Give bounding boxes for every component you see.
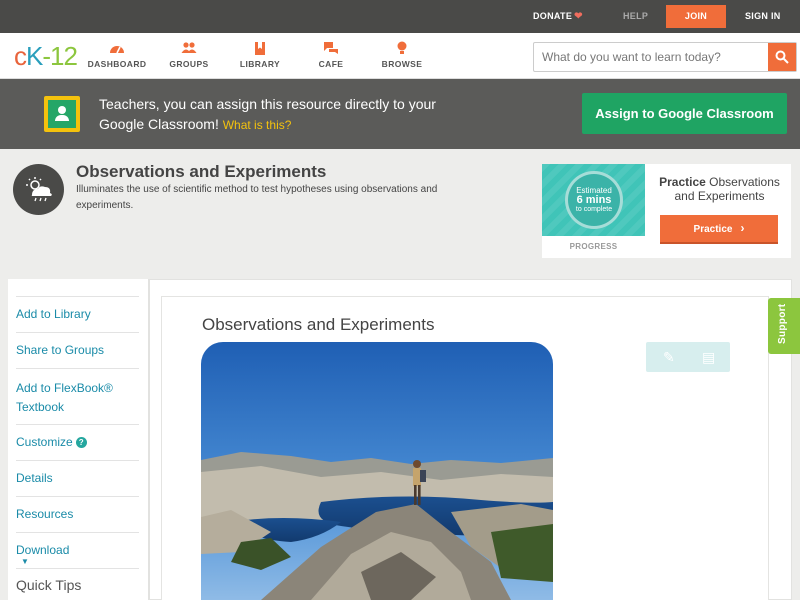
notes-icon[interactable]: ▤ <box>702 349 715 366</box>
sidebar: Add to Library Share to Groups Add to Fl… <box>8 279 150 600</box>
nav-groups[interactable]: GROUPS <box>154 41 224 69</box>
quick-tips-heading[interactable]: Quick Tips <box>16 577 81 593</box>
practice-title: Practice Observations and Experiments <box>652 175 787 203</box>
logo-12: 12 <box>50 41 78 71</box>
search-box <box>533 42 797 72</box>
donate-label: DONATE <box>533 11 573 21</box>
nav-library-label: LIBRARY <box>239 59 281 69</box>
sidebar-item-label: Add to FlexBook® Textbook <box>16 381 113 414</box>
annotation-tools: ✎ ▤ <box>646 342 730 372</box>
chevron-right-icon: › <box>740 221 745 235</box>
nav-cafe[interactable]: CAFE <box>296 41 366 69</box>
sidebar-item-add-to-flexbook[interactable]: Add to FlexBook® Textbook <box>16 368 139 424</box>
caret-down-icon: ▼ <box>21 557 29 566</box>
estimate-suffix: to complete <box>575 206 613 213</box>
donate-link[interactable]: DONATE ❤ <box>533 11 583 22</box>
nav-cafe-label: CAFE <box>318 59 344 69</box>
article-title: Observations and Experiments <box>202 315 435 334</box>
logo-k: K <box>26 41 43 71</box>
sign-in-link[interactable]: SIGN IN <box>745 11 781 21</box>
practice-button-label: Practice <box>693 224 733 235</box>
help-link[interactable]: HELP <box>623 11 648 21</box>
weather-icon <box>13 164 64 215</box>
practice-title-bold: Practice <box>659 175 706 189</box>
hiker-lake-photo <box>201 342 553 600</box>
google-classroom-message: Teachers, you can assign this resource d… <box>99 94 459 135</box>
help-icon[interactable]: ? <box>75 437 87 448</box>
sidebar-item-label: Resources <box>16 507 74 521</box>
dashboard-icon <box>82 41 152 57</box>
practice-card: Estimated 6 mins to complete PROGRESS Pr… <box>542 164 791 258</box>
assign-google-classroom-button[interactable]: Assign to Google Classroom <box>582 93 787 134</box>
join-button[interactable]: JOIN <box>666 5 726 28</box>
what-is-this-link[interactable]: What is this? <box>223 118 292 132</box>
sidebar-item-label: Share to Groups <box>16 343 105 357</box>
nav-dashboard[interactable]: DASHBOARD <box>82 41 152 69</box>
pencil-icon[interactable]: ✎ <box>663 349 675 366</box>
nav-dashboard-label: DASHBOARD <box>87 59 147 69</box>
logo-c: c <box>14 41 27 71</box>
sidebar-item-label: Download <box>16 543 70 557</box>
sidebar-item-download[interactable]: Download ▼ <box>16 532 139 568</box>
search-button[interactable] <box>768 43 796 71</box>
nav-library[interactable]: LIBRARY <box>225 41 295 69</box>
sidebar-item-add-to-library[interactable]: Add to Library <box>16 296 139 332</box>
nav-groups-label: GROUPS <box>169 59 209 69</box>
browse-icon <box>367 41 437 57</box>
sidebar-item-share-to-groups[interactable]: Share to Groups <box>16 332 139 368</box>
support-tab[interactable]: Support <box>768 298 800 354</box>
page-title: Observations and Experiments <box>76 162 327 181</box>
estimate-badge: Estimated 6 mins to complete <box>565 171 623 229</box>
top-bar: DONATE ❤ HELP JOIN SIGN IN <box>0 0 800 33</box>
main-nav: cK-12 DASHBOARD GROUPS LIBRARY CAFE BROW… <box>0 33 800 79</box>
cafe-icon <box>296 41 366 57</box>
sidebar-item-customize[interactable]: Customize? <box>16 424 139 460</box>
sidebar-item-label: Add to Library <box>16 307 91 321</box>
support-label: Support <box>777 303 788 344</box>
logo-dash: - <box>42 41 51 71</box>
progress-label: PROGRESS <box>569 242 618 251</box>
estimate-minutes: 6 mins <box>576 194 612 206</box>
sidebar-item-label: Customize <box>16 435 73 449</box>
sidebar-item-details[interactable]: Details <box>16 460 139 496</box>
search-input[interactable] <box>534 43 768 71</box>
heart-icon: ❤ <box>574 11 583 22</box>
progress-panel: Estimated 6 mins to complete <box>542 164 645 236</box>
nav-browse-label: BROWSE <box>381 59 423 69</box>
page-description: Illuminates the use of scientific method… <box>76 184 438 211</box>
nav-browse[interactable]: BROWSE <box>367 41 437 69</box>
sidebar-item-resources[interactable]: Resources <box>16 496 139 532</box>
search-icon <box>775 50 789 64</box>
practice-button[interactable]: Practice › <box>660 215 778 244</box>
google-classroom-icon <box>44 96 80 132</box>
sidebar-item-label: Details <box>16 471 53 485</box>
groups-icon <box>154 41 224 57</box>
ck12-logo[interactable]: cK-12 <box>14 41 78 72</box>
library-icon <box>225 41 295 57</box>
